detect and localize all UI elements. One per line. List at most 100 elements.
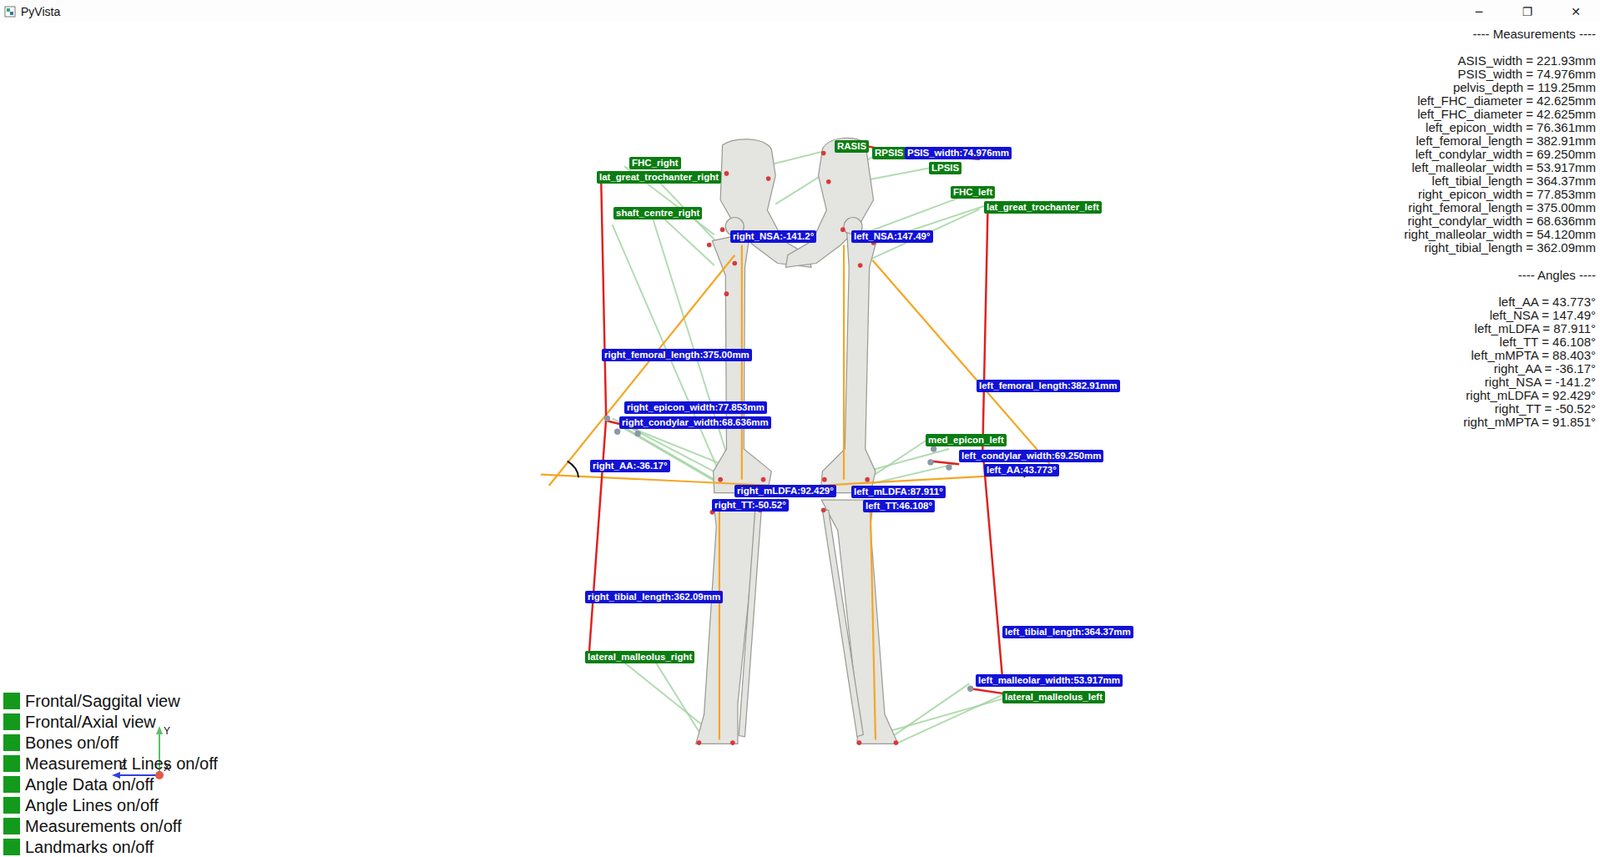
measurement-line <box>588 418 606 658</box>
toggle-button[interactable]: Measurement Lines on/off <box>3 755 218 773</box>
angle-line <box>872 260 1056 472</box>
landmark-line <box>658 213 715 266</box>
scene-view[interactable] <box>0 22 1600 857</box>
measurement-label: right_TT:-50.52° <box>711 499 789 512</box>
angle-line <box>870 509 876 740</box>
right-tibia <box>696 499 764 744</box>
landmark-sphere <box>930 445 937 452</box>
landmark-dot <box>706 242 712 248</box>
pyvista-icon <box>4 5 16 18</box>
toggle-label: Bones on/off <box>25 734 119 752</box>
toggle-button[interactable]: Angle Data on/off <box>3 776 218 793</box>
landmark-dot <box>857 740 863 746</box>
angle-line <box>549 255 736 486</box>
left-femur <box>820 232 877 494</box>
angle-item: right_AA = -36.17° <box>1494 362 1596 376</box>
toggle-checkbox[interactable] <box>3 776 21 793</box>
landmark-dot <box>821 508 827 514</box>
toggle-checkbox[interactable] <box>3 755 21 773</box>
toggle-label: Angle Data on/off <box>25 776 154 793</box>
measurement-item: right_malleolar_width = 54.120mm <box>1403 227 1596 242</box>
toggle-button[interactable]: Measurements on/off <box>3 817 218 835</box>
measurement-item: ASIS_width = 221.93mm <box>1457 54 1596 68</box>
toggle-button[interactable]: Frontal/Saggital view <box>3 692 218 710</box>
window-control-button[interactable]: ✕ <box>1551 0 1600 23</box>
measurement-line <box>600 175 606 419</box>
render-viewport[interactable]: FHC_rightlat_great_trochanter_rightshaft… <box>0 22 1600 857</box>
measurement-item: right_condylar_width = 68.636mm <box>1407 214 1596 228</box>
toggle-checkbox[interactable] <box>3 734 21 752</box>
toggle-checkbox[interactable] <box>3 713 21 731</box>
angle-item: right_TT = -50.52° <box>1494 402 1596 416</box>
landmark-dot <box>821 151 827 157</box>
window-control-button[interactable]: ─ <box>1454 0 1504 23</box>
measurement-item: left_epicon_width = 76.361mm <box>1425 121 1596 135</box>
landmark-dot <box>840 227 846 233</box>
measurement-item: left_malleolar_width = 53.917mm <box>1411 161 1596 175</box>
measurement-item: right_tibial_length = 362.09mm <box>1423 241 1596 255</box>
landmark-label: RPSIS <box>872 146 907 160</box>
landmark-sphere <box>604 415 611 422</box>
measurement-item: PSIS_width = 74.976mm <box>1457 67 1596 81</box>
landmark-sphere <box>945 464 952 470</box>
landmark-label: shaft_centre_right <box>613 206 702 220</box>
landmark-line <box>867 439 929 480</box>
landmark-label: lateral_malleolus_left <box>1002 691 1106 704</box>
landmark-label: FHC_left <box>950 186 995 199</box>
axis-label: Y <box>163 725 171 737</box>
landmark-label: med_epicon_left <box>925 434 1007 447</box>
angles-list: left_AA = 43.773°left_NSA = 147.49°left_… <box>1463 295 1596 430</box>
angles-section: ---- Angles ----left_AA = 43.773°left_NS… <box>1463 268 1596 430</box>
landmark-sphere <box>634 430 641 437</box>
measurement-label: right_mLDFA:92.429° <box>734 484 837 498</box>
toggle-checkbox[interactable] <box>3 817 21 835</box>
toggle-button[interactable]: Angle Lines on/off <box>3 797 218 814</box>
landmark-dot <box>720 227 726 233</box>
toggle-checkbox[interactable] <box>3 838 21 856</box>
landmark-dot <box>724 291 730 297</box>
angle-item: left_mLDFA = 87.911° <box>1474 322 1596 336</box>
left-tibia <box>821 499 899 744</box>
window-controls: ─❐✕ <box>1454 0 1600 23</box>
landmark-label: FHC_right <box>629 156 682 170</box>
angle-line <box>718 509 721 740</box>
toggle-label: Frontal/Axial view <box>25 713 157 731</box>
landmark-dot <box>822 477 828 483</box>
info-panel: ---- Measurements ---- ASIS_width = 221.9… <box>1403 27 1596 430</box>
measurement-label: right_femoral_length:375.00mm <box>601 348 753 362</box>
measurement-item: right_femoral_length = 375.00mm <box>1408 201 1596 215</box>
landmark-line <box>898 693 1005 743</box>
measurement-label: right_condylar_width:68.636mm <box>619 416 772 430</box>
x-axis-icon <box>155 771 164 780</box>
toggle-button[interactable]: Bones on/off <box>3 734 218 752</box>
landmark-dot <box>730 740 736 746</box>
measurement-item: left_femoral_length = 382.91mm <box>1415 134 1596 148</box>
toggle-checkbox[interactable] <box>3 797 21 814</box>
measurement-label: right_NSA:-141.2° <box>730 230 817 243</box>
landmark-label: lat_great_trochanter_right <box>596 171 722 184</box>
measurement-line <box>982 449 1003 687</box>
toggle-checkbox[interactable] <box>3 692 21 710</box>
measurement-line <box>970 688 1006 694</box>
right-fibula <box>738 509 762 737</box>
measurement-item: left_FHC_diameter = 42.625mm <box>1417 107 1596 122</box>
landmark-dot <box>717 477 723 483</box>
measurements-heading: ---- Measurements ---- <box>1472 27 1596 41</box>
toggle-button[interactable]: Landmarks on/off <box>3 838 218 856</box>
measurement-item: pelvis_depth = 119.25mm <box>1453 80 1596 95</box>
landmark-dot <box>826 179 832 185</box>
measurement-label: right_tibial_length:362.09mm <box>585 590 723 604</box>
window-control-button[interactable]: ❐ <box>1503 0 1552 23</box>
landmark-sphere <box>967 686 974 692</box>
toggle-label: Frontal/Saggital view <box>25 692 181 710</box>
toggle-label: Measurements on/off <box>25 817 182 835</box>
measurement-label: right_epicon_width:77.853mm <box>624 401 768 414</box>
measurement-line <box>982 209 988 450</box>
toggle-button[interactable]: Frontal/Axial view <box>3 713 218 731</box>
measurements-list: ASIS_width = 221.93mmPSIS_width = 74.976… <box>1403 54 1596 255</box>
landmark-dot <box>766 176 772 182</box>
landmark-label: LPSIS <box>928 161 962 175</box>
app-window: PyVista─❐✕FHC_rightlat_great_trochanter_… <box>0 0 1600 857</box>
angle-line <box>741 245 743 480</box>
angle-item: right_mLDFA = 92.429° <box>1465 388 1596 403</box>
